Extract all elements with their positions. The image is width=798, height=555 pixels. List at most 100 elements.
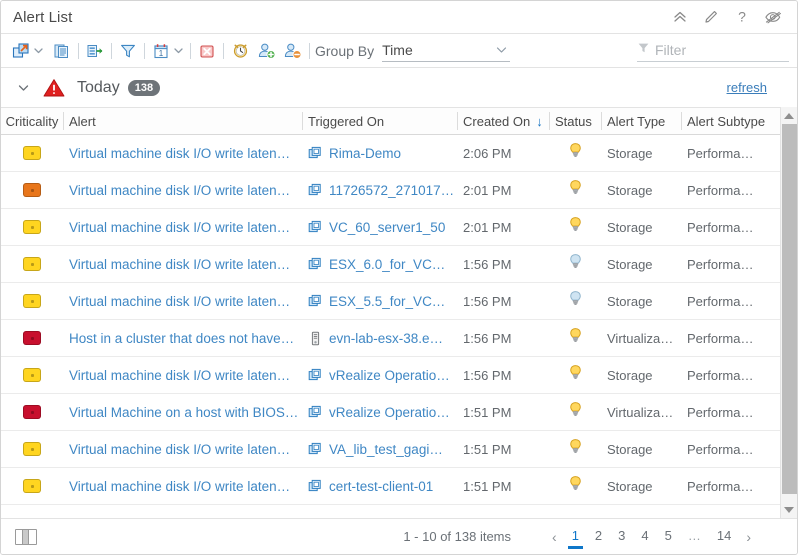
toolbar-separator [309,42,310,59]
toolbar-separator [144,42,145,59]
cell-status [549,357,601,393]
criticality-badge [23,294,41,308]
alert-subtype-value: Performa… [687,293,754,309]
alert-link[interactable]: Virtual machine disk I/O write laten… [69,220,290,235]
cell-triggered-on: ESX_6.0_for_VC… [302,246,457,282]
group-by-label: Group By [315,42,375,59]
panel-toggle-icon[interactable] [15,528,37,545]
scroll-up-button[interactable] [781,107,798,124]
sort-descending-icon: ↓ [536,113,543,129]
table-row[interactable]: Virtual machine disk I/O write laten… VC_… [1,209,780,246]
triggered-on-link[interactable]: evn-lab-esx-38.e… [329,331,443,346]
refresh-link[interactable]: refresh [727,80,767,95]
help-icon[interactable]: ? [733,9,750,26]
triggered-on-link[interactable]: Rima-Demo [329,146,401,161]
alert-link[interactable]: Virtual Machine on a host with BIOS… [69,405,298,420]
triggered-on-link[interactable]: VC_60_server1_50 [329,220,445,235]
created-on-value: 1:56 PM [463,330,512,346]
alert-link[interactable]: Virtual machine disk I/O write laten… [69,146,290,161]
column-header-criticality[interactable]: Criticality [1,108,63,134]
table-row[interactable]: Virtual machine disk I/O write laten… cer… [1,468,780,505]
cell-alert: Host in a cluster that does not have… [63,320,302,356]
triggered-on-link[interactable]: VA_lib_test_gagi… [329,442,443,457]
column-header-label: Alert Type [607,113,666,129]
created-on-value: 1:56 PM [463,293,512,309]
table-row[interactable]: Virtual machine disk I/O write laten… ESX… [1,283,780,320]
table-row[interactable]: Host in a cluster that does not have… evn… [1,320,780,357]
next-page-button[interactable]: › [739,530,758,544]
cell-created-on: 1:56 PM [457,357,549,393]
scrollbar-track[interactable] [781,124,798,501]
alert-link[interactable]: Virtual machine disk I/O write laten… [69,294,290,309]
alert-link[interactable]: Virtual machine disk I/O write laten… [69,442,290,457]
page-link[interactable]: 4 [635,526,654,547]
triggered-on-link[interactable]: ESX_6.0_for_VC… [329,257,445,272]
triggered-on-link[interactable]: vRealize Operatio… [329,405,450,420]
release-ownership-icon[interactable] [281,40,303,62]
cell-criticality [1,209,63,245]
export-icon[interactable] [84,40,106,62]
scrollbar-thumb[interactable] [781,124,797,494]
cell-criticality [1,394,63,430]
cancel-alert-icon[interactable] [196,40,218,62]
open-external-icon[interactable] [10,40,32,62]
calendar-chevron-down-icon[interactable] [172,41,185,61]
filter-funnel-icon[interactable] [117,40,139,62]
alert-link[interactable]: Host in a cluster that does not have… [69,331,294,346]
filter-input[interactable]: Filter [637,40,789,62]
triggered-on-link[interactable]: vRealize Operatio… [329,368,450,383]
hide-icon[interactable] [764,9,781,26]
page-link[interactable]: 5 [659,526,678,547]
column-header-alert-type[interactable]: Alert Type [601,108,681,134]
column-header-alert[interactable]: Alert [63,108,302,134]
cell-alert-type: Virtualiza… [601,320,681,356]
prev-page-button[interactable]: ‹ [545,530,564,544]
alert-type-value: Storage [607,256,653,272]
group-header-row[interactable]: Today 138 refresh [1,68,797,107]
table-row[interactable]: Virtual Machine on a host with BIOS… vRea… [1,394,780,431]
edit-icon[interactable] [702,9,719,26]
page-link[interactable]: 3 [612,526,631,547]
table-row[interactable]: Virtual machine disk I/O write laten… vRe… [1,357,780,394]
page-link[interactable]: 1 [566,526,585,549]
cell-triggered-on: VC_60_server1_50 [302,209,457,245]
table-row[interactable]: Virtual machine disk I/O write laten… Rim… [1,135,780,172]
table-row[interactable]: Virtual machine disk I/O write laten… ESX… [1,246,780,283]
column-header-status[interactable]: Status [549,108,601,134]
page-links: 1 2 3 4 5 … 14 [564,526,740,549]
suspend-alarm-icon[interactable] [229,40,251,62]
take-ownership-icon[interactable] [255,40,277,62]
triggered-on-link[interactable]: ESX_5.5_for_VC… [329,294,445,309]
group-by-select[interactable]: Time [382,40,511,62]
column-header-alert-subtype[interactable]: Alert Subtype [681,108,780,134]
calendar-icon[interactable]: 1 [150,40,172,62]
alert-type-value: Storage [607,219,653,235]
cell-created-on: 1:51 PM [457,394,549,430]
triggered-on-link[interactable]: 11726572_271017… [329,183,454,198]
created-on-value: 1:51 PM [463,478,512,494]
criticality-badge [23,257,41,271]
triggered-on-link[interactable]: cert-test-client-01 [329,479,433,494]
cell-created-on: 1:56 PM [457,283,549,319]
open-external-chevron-down-icon[interactable] [32,41,45,61]
toolbar-separator [78,42,79,59]
page-link[interactable]: 14 [711,526,737,547]
page-title: Alert List [13,8,73,26]
alert-link[interactable]: Virtual machine disk I/O write laten… [69,183,290,198]
group-collapse-chevron-icon[interactable] [13,78,33,98]
table-row[interactable]: Virtual machine disk I/O write laten… VA_… [1,431,780,468]
scroll-down-button[interactable] [781,501,798,518]
table-row[interactable]: Virtual machine disk I/O write laten… 117… [1,172,780,209]
copy-icon[interactable] [51,40,73,62]
vertical-scrollbar[interactable] [780,107,797,518]
column-header-triggered-on[interactable]: Triggered On [302,108,457,134]
page-link[interactable]: 2 [589,526,608,547]
alert-link[interactable]: Virtual machine disk I/O write laten… [69,479,290,494]
titlebar-actions: ? [671,9,787,26]
alert-link[interactable]: Virtual machine disk I/O write laten… [69,368,290,383]
column-header-created-on[interactable]: Created On ↓ [457,108,549,134]
alert-subtype-value: Performa… [687,330,754,346]
alert-link[interactable]: Virtual machine disk I/O write laten… [69,257,290,272]
alert-subtype-value: Performa… [687,478,754,494]
collapse-icon[interactable] [671,9,688,26]
